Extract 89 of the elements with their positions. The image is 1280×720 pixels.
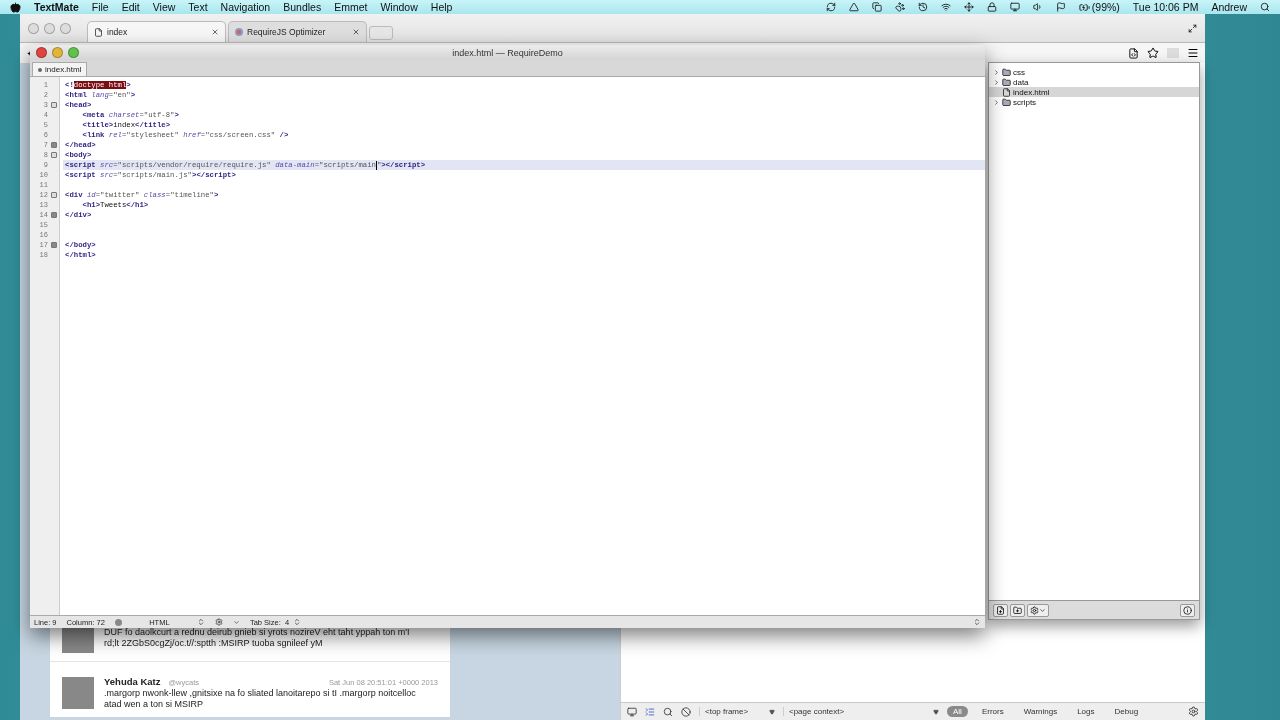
fold-icon[interactable] [50, 192, 57, 198]
zoom-light[interactable] [68, 47, 79, 58]
filter-tab[interactable]: Logs [1071, 706, 1101, 717]
stepper-icon [196, 618, 205, 626]
grammar-icon [114, 618, 122, 626]
fullscreen-icon[interactable] [1188, 23, 1197, 33]
history-icon[interactable] [917, 2, 928, 12]
filter-tab[interactable]: Warnings [1017, 706, 1064, 717]
page-icon [94, 27, 103, 37]
folder-icon [1002, 67, 1011, 77]
file-plus-icon [996, 605, 1005, 615]
monitor-icon[interactable] [1009, 2, 1020, 12]
apple-menu-icon[interactable] [10, 1, 21, 13]
clear-icon[interactable] [681, 706, 691, 717]
caret-icon [933, 708, 939, 715]
triangle-icon[interactable] [848, 2, 859, 12]
new-folder-button[interactable] [1010, 603, 1025, 617]
info-icon [1183, 605, 1192, 615]
dock-icon[interactable] [627, 706, 637, 717]
favicon-icon [235, 28, 243, 36]
settings-icon[interactable] [214, 618, 223, 626]
tweet-text: atad wen a ton si MSIRP [104, 699, 205, 709]
menu-item[interactable]: File [91, 1, 109, 13]
search-icon[interactable] [1260, 2, 1270, 12]
info-button[interactable] [1180, 603, 1195, 617]
stepper-icon [973, 618, 981, 626]
fold-icon[interactable] [50, 242, 57, 248]
browser-tab[interactable]: index [87, 21, 226, 42]
browser-tab[interactable]: RequireJS Optimizer [228, 21, 367, 42]
stepper-icon [293, 618, 302, 626]
menu-icon[interactable] [1187, 47, 1199, 59]
file-tree-item[interactable]: index.html [989, 87, 1199, 97]
file-tree-item[interactable]: scripts [989, 97, 1199, 107]
caret-icon [232, 618, 240, 626]
star-icon[interactable] [1147, 47, 1159, 59]
tweet-text: rd;lt 2ZGbS0cgZj/oc.t//:sptth :MSIRP tuoba sgnileef yM [104, 637, 324, 648]
volume-icon[interactable] [1032, 2, 1043, 12]
avatar-placeholder [62, 676, 94, 709]
folder-plus-icon [1013, 605, 1022, 615]
fold-icon[interactable] [50, 102, 57, 108]
file-tab[interactable]: index.html [32, 62, 88, 76]
filter-tab[interactable]: Debug [1108, 706, 1145, 717]
lock-icon[interactable] [986, 2, 997, 12]
search-icon[interactable] [663, 706, 673, 717]
expand-icon [993, 98, 1000, 106]
menu-item[interactable]: Window [380, 1, 418, 13]
gear-icon [1030, 605, 1039, 615]
menu-item[interactable]: Text [188, 1, 208, 13]
menu-item[interactable]: Edit [121, 1, 140, 13]
menu-item[interactable]: Emmet [334, 1, 368, 13]
tweet-text: DUF fo daolkcurt a rednu deirub gnieb si yrots nozireV eht taht yppah ton m'I [104, 626, 411, 637]
close-icon[interactable] [211, 28, 219, 36]
file-icon [1002, 87, 1011, 97]
menu-item[interactable]: Navigation [220, 1, 271, 13]
move-icon[interactable] [963, 2, 974, 12]
folder-icon [1002, 77, 1011, 87]
flag-icon[interactable] [1055, 2, 1066, 12]
close-icon[interactable] [352, 28, 360, 36]
context-select[interactable]: <page context> [783, 707, 939, 716]
minimize-light[interactable] [52, 47, 63, 58]
frame-select[interactable]: <top frame> [699, 707, 775, 716]
caret-icon [769, 708, 775, 715]
copy-icon[interactable] [871, 2, 882, 12]
settings-icon[interactable] [1188, 706, 1199, 717]
tweet-text: .margorp nwonk-llew ,gnitsixe na fo sliated lanoitarepo si tI .margorp noitcelloc [104, 688, 417, 698]
page-action-icon[interactable] [1128, 47, 1139, 59]
menu-item[interactable]: Bundles [283, 1, 322, 13]
app-menu[interactable]: TextMate [34, 1, 79, 13]
menu-item[interactable]: Help [430, 1, 453, 13]
user-menu[interactable]: Andrew [1211, 1, 1247, 13]
window-title: index.html — RequireDemo [452, 47, 563, 58]
actions-button[interactable] [1027, 603, 1049, 617]
caret-icon [1039, 606, 1046, 614]
close-light[interactable] [36, 47, 47, 58]
tweet-author: Yehuda Katz [104, 676, 161, 687]
filter-tab[interactable]: Errors [975, 706, 1010, 717]
battery-status[interactable]: (99%) [1078, 1, 1120, 13]
battery-icon [1078, 1, 1090, 13]
dot-icon [38, 67, 42, 72]
paw-icon[interactable] [894, 2, 905, 12]
menu-item[interactable]: View [152, 1, 176, 13]
menu-clock[interactable]: Tue 10:06 PM [1132, 1, 1199, 13]
sync-icon[interactable] [825, 2, 836, 12]
file-tree-item[interactable]: css [989, 67, 1199, 77]
file-tree-item[interactable]: data [989, 77, 1199, 87]
fold-icon[interactable] [50, 212, 57, 218]
folder-icon [1002, 97, 1011, 107]
new-file-button[interactable] [993, 603, 1008, 617]
wifi-icon[interactable] [940, 2, 951, 12]
